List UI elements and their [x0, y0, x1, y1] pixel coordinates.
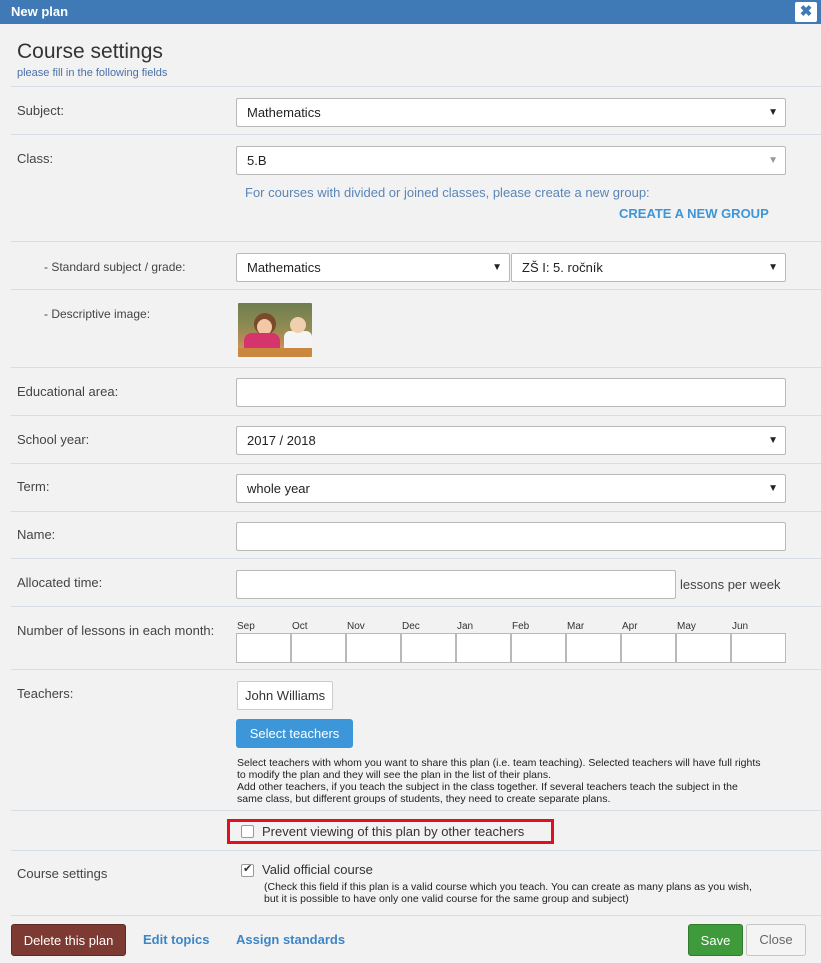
term-select[interactable]: whole year ▼	[236, 474, 786, 503]
teachers-label: Teachers:	[17, 686, 74, 701]
educational-area-label: Educational area:	[17, 384, 119, 399]
class-select[interactable]: 5.B ▼	[236, 146, 786, 175]
create-group-link[interactable]: CREATE A NEW GROUP	[619, 206, 769, 221]
month-label: Dec	[402, 621, 420, 632]
divider	[11, 86, 821, 87]
school-year-label: School year:	[17, 432, 90, 447]
month-input[interactable]	[456, 633, 511, 663]
divider	[11, 850, 821, 851]
help-line: to modify the plan and they will see the…	[237, 769, 552, 781]
subject-label: Subject:	[17, 103, 64, 118]
valid-course-label[interactable]: Valid official course	[262, 862, 373, 877]
month-label: Mar	[567, 621, 585, 632]
teachers-help: Select teachers with whom you want to sh…	[237, 757, 761, 805]
month-label: Nov	[347, 621, 365, 632]
class-label: Class:	[17, 151, 54, 166]
divider	[11, 558, 821, 559]
help-line: Add other teachers, if you teach the sub…	[237, 781, 738, 793]
divider	[11, 810, 821, 811]
divider	[11, 511, 821, 512]
divider	[11, 415, 821, 416]
prevent-viewing-label[interactable]: Prevent viewing of this plan by other te…	[262, 824, 524, 839]
course-settings-label: Course settings	[17, 866, 108, 881]
divider	[11, 915, 821, 916]
divider	[11, 463, 821, 464]
lessons-month-label: Number of lessons in each month:	[17, 623, 215, 638]
divider	[11, 606, 821, 607]
month-input[interactable]	[346, 633, 401, 663]
valid-course-checkbox[interactable]	[241, 862, 254, 877]
close-icon[interactable]: ✖	[795, 2, 817, 22]
window-title: New plan	[11, 4, 69, 19]
divider	[11, 367, 821, 368]
month-input[interactable]	[566, 633, 621, 663]
chevron-down-icon: ▼	[768, 262, 778, 273]
page-subtitle: please fill in the following fields	[17, 67, 168, 79]
help-line: same class, but different groups of stud…	[237, 793, 611, 805]
class-value: 5.B	[247, 153, 267, 168]
month-label: Jan	[457, 621, 474, 632]
help-line: but it is possible to have only one vali…	[264, 893, 629, 905]
month-input[interactable]	[621, 633, 676, 663]
page-title: Course settings	[17, 40, 163, 63]
grade-value: ZŠ I: 5. ročník	[522, 260, 603, 275]
assign-standards-link[interactable]: Assign standards	[236, 932, 345, 947]
month-input[interactable]	[291, 633, 346, 663]
lessons-per-week-label: lessons per week	[680, 577, 781, 592]
educational-area-input[interactable]	[236, 378, 786, 407]
help-line: Select teachers with whom you want to sh…	[237, 757, 761, 769]
chevron-down-icon: ▼	[768, 107, 778, 118]
teacher-chip[interactable]: John Williams	[237, 681, 334, 710]
close-button[interactable]: Close	[746, 924, 806, 956]
month-input[interactable]	[676, 633, 731, 663]
group-hint: For courses with divided or joined class…	[245, 185, 650, 200]
chevron-down-icon: ▼	[768, 483, 778, 494]
prevent-viewing-checkbox[interactable]	[241, 825, 254, 838]
term-value: whole year	[247, 481, 310, 496]
month-label: Oct	[292, 621, 308, 632]
select-teachers-button[interactable]: Select teachers	[236, 719, 353, 748]
standard-subject-select[interactable]: Mathematics ▼	[236, 253, 510, 282]
school-year-select[interactable]: 2017 / 2018 ▼	[236, 426, 786, 455]
image-label: - Descriptive image:	[44, 307, 151, 321]
month-input[interactable]	[731, 633, 786, 663]
standard-subject-value: Mathematics	[247, 260, 321, 275]
name-input[interactable]	[236, 522, 786, 551]
save-button[interactable]: Save	[688, 924, 743, 956]
school-year-value: 2017 / 2018	[247, 433, 316, 448]
divider	[11, 669, 821, 670]
chevron-down-icon: ▼	[768, 435, 778, 446]
divider	[11, 241, 821, 242]
month-label: May	[677, 621, 696, 632]
name-label: Name:	[17, 527, 56, 542]
standard-label: - Standard subject / grade:	[44, 260, 186, 274]
month-label: Sep	[237, 621, 255, 632]
delete-plan-button[interactable]: Delete this plan	[11, 924, 126, 956]
month-label: Feb	[512, 621, 530, 632]
month-input[interactable]	[511, 633, 566, 663]
course-settings-help: (Check this field if this plan is a vali…	[264, 881, 752, 905]
month-input[interactable]	[236, 633, 291, 663]
help-line: (Check this field if this plan is a vali…	[264, 881, 752, 893]
allocated-time-label: Allocated time:	[17, 575, 103, 590]
descriptive-image[interactable]	[238, 303, 312, 357]
subject-value: Mathematics	[247, 105, 321, 120]
edit-topics-link[interactable]: Edit topics	[143, 932, 209, 947]
chevron-down-icon: ▼	[492, 262, 502, 273]
divider	[11, 134, 821, 135]
term-label: Term:	[17, 479, 50, 494]
month-input[interactable]	[401, 633, 456, 663]
subject-select[interactable]: Mathematics ▼	[236, 98, 786, 127]
allocated-time-input[interactable]	[236, 570, 676, 599]
window-titlebar: New plan ✖	[0, 0, 821, 24]
divider	[11, 289, 821, 290]
month-label: Apr	[622, 621, 638, 632]
grade-select[interactable]: ZŠ I: 5. ročník ▼	[511, 253, 786, 282]
month-label: Jun	[732, 621, 749, 632]
chevron-down-icon: ▼	[768, 155, 778, 166]
